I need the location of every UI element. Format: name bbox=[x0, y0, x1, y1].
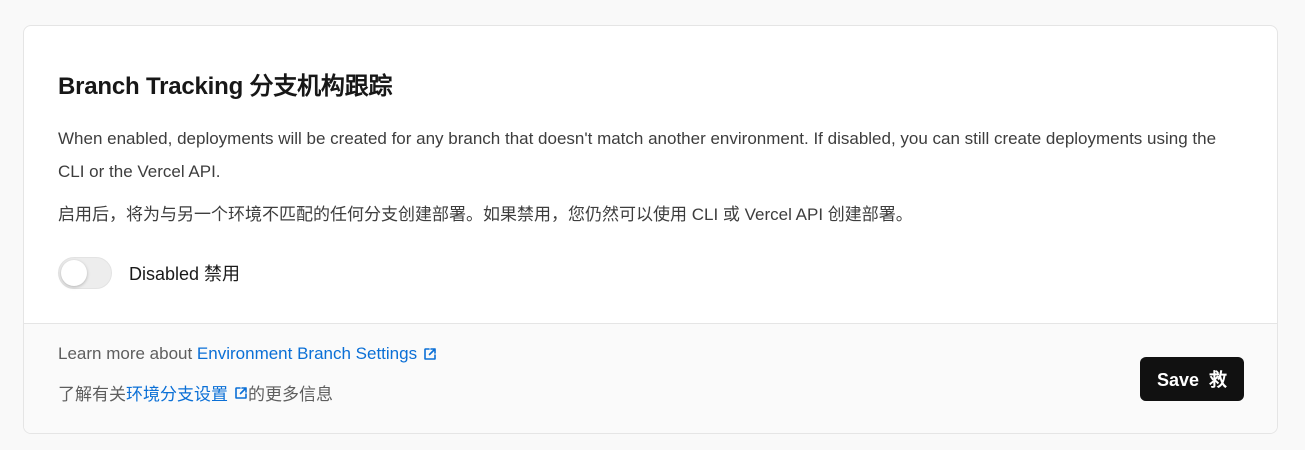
external-link-icon bbox=[424, 348, 436, 360]
section-title: Branch Tracking 分支机构跟踪 bbox=[58, 73, 393, 100]
section-description-en: When enabled, deployments will be create… bbox=[58, 129, 1217, 181]
card-body: Branch Tracking 分支机构跟踪 When enabled, dep… bbox=[24, 26, 1277, 324]
external-link-icon bbox=[235, 386, 247, 399]
section-description-zh: 启用后，将为与另一个环境不匹配的任何分支创建部署。如果禁用，您仍然可以使用 CL… bbox=[58, 205, 913, 224]
environment-branch-settings-link-zh-label: 环境分支设置 bbox=[126, 385, 228, 404]
branch-tracking-card: Branch Tracking 分支机构跟踪 When enabled, dep… bbox=[23, 25, 1278, 434]
learn-more-en: Learn more about Environment Branch Sett… bbox=[58, 344, 437, 364]
save-button[interactable]: Save 救 bbox=[1139, 357, 1244, 401]
learn-more-zh: 了解有关 环境分支设置 的更多信息 bbox=[58, 380, 333, 405]
environment-branch-settings-link[interactable]: Environment Branch Settings bbox=[197, 344, 437, 364]
learn-more-prefix-en: Learn more about bbox=[58, 344, 197, 363]
toggle-knob bbox=[61, 260, 87, 286]
learn-more-prefix-zh: 了解有关 bbox=[58, 385, 126, 404]
card-footer: Learn more about Environment Branch Sett… bbox=[24, 323, 1277, 433]
learn-more-suffix-zh: 的更多信息 bbox=[248, 385, 333, 404]
environment-branch-settings-link-label: Environment Branch Settings bbox=[196, 344, 418, 363]
branch-tracking-toggle[interactable] bbox=[58, 257, 112, 289]
environment-branch-settings-link-zh[interactable]: 环境分支设置 bbox=[126, 380, 248, 405]
toggle-label: Disabled 禁用 bbox=[129, 264, 241, 284]
branch-tracking-toggle-row: Disabled 禁用 bbox=[58, 256, 240, 290]
